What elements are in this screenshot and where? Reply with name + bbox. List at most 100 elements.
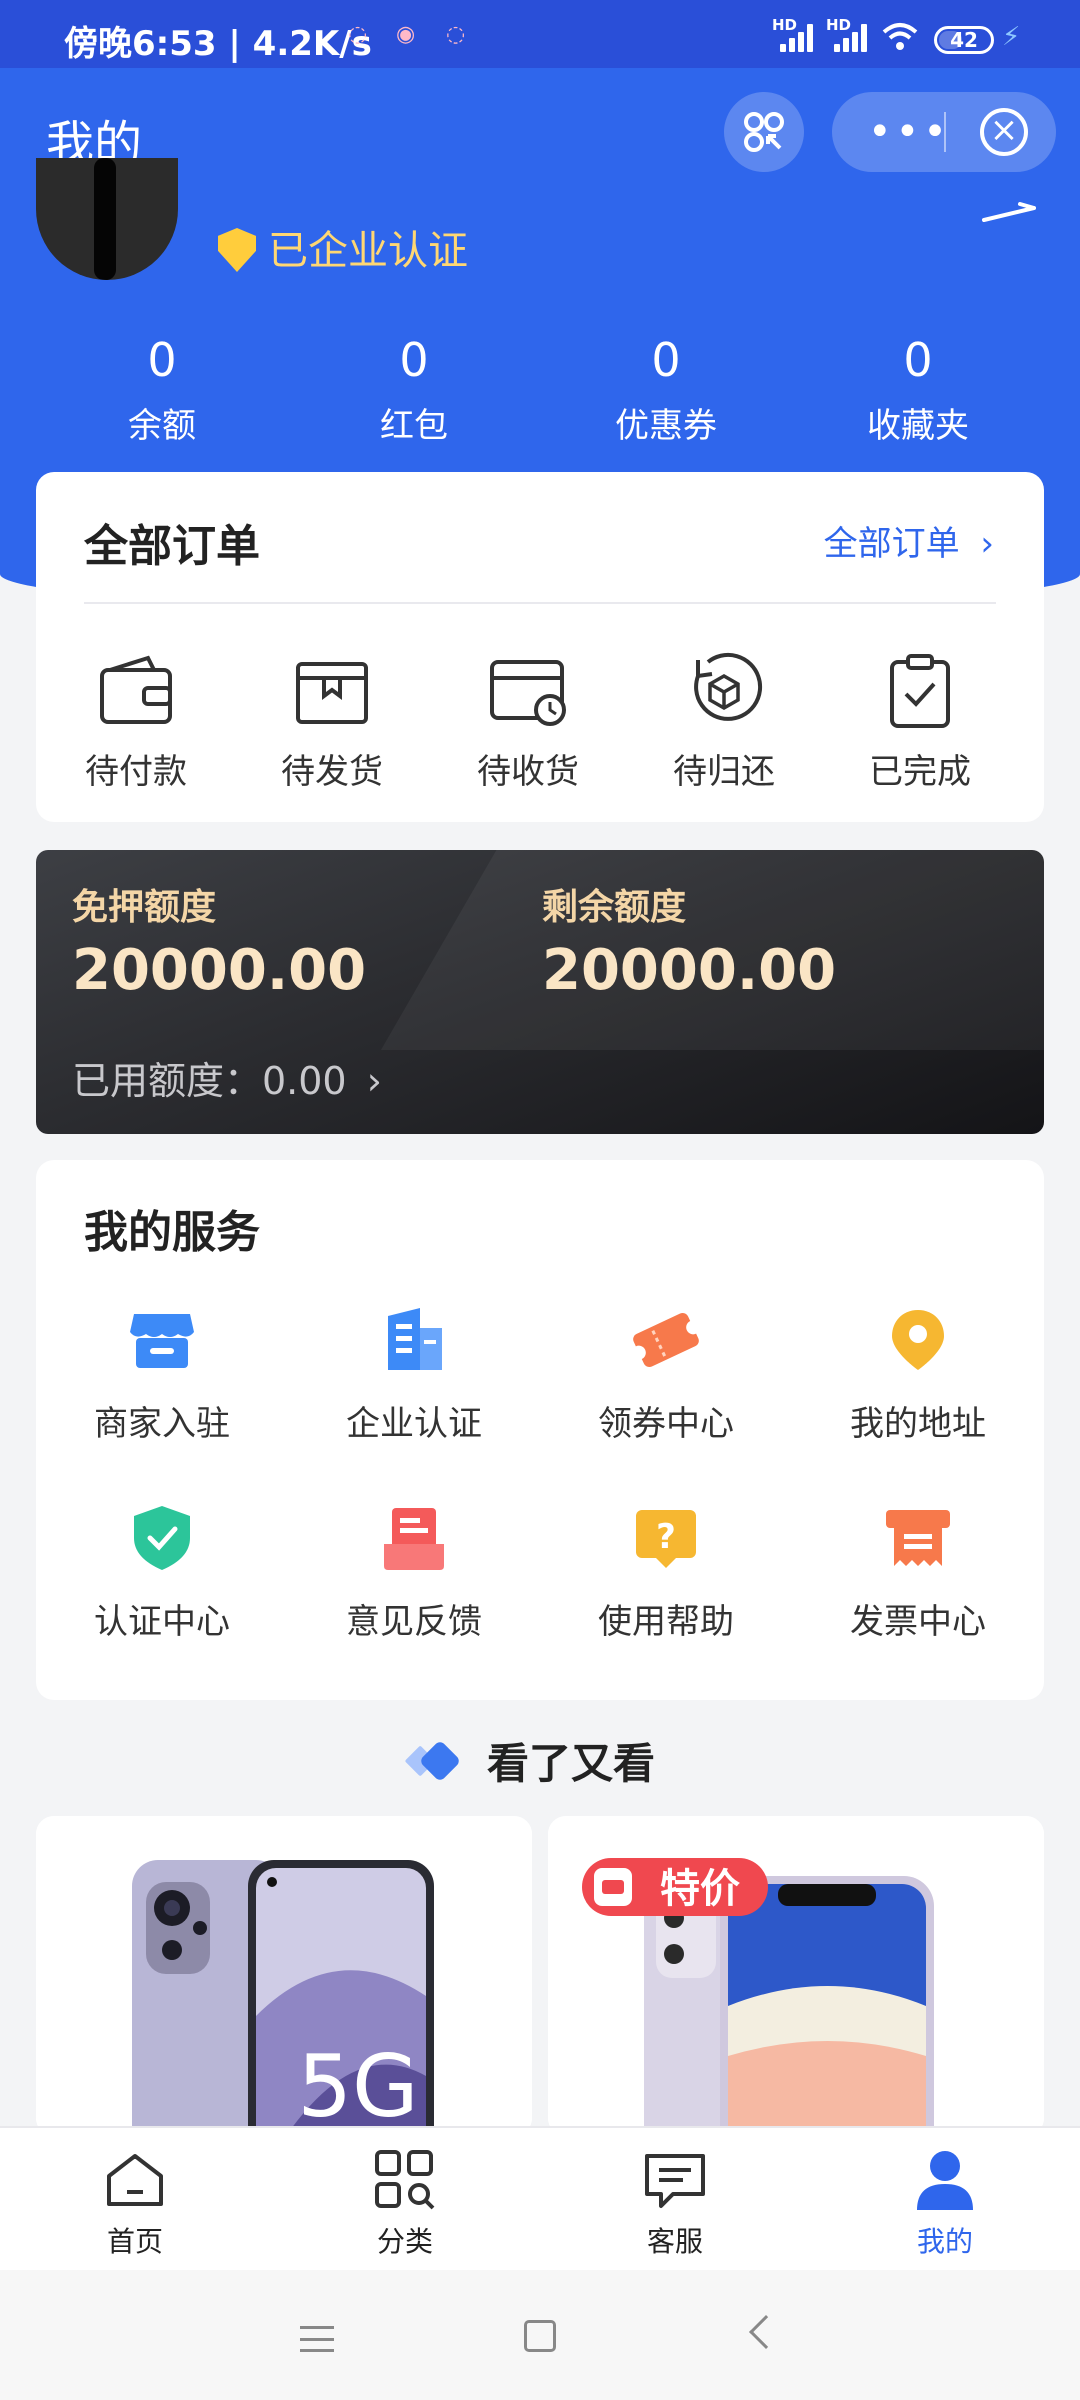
stat-label: 收藏夹 <box>867 406 969 446</box>
all-orders-label: 全部订单 <box>823 524 960 564</box>
avatar-image <box>94 158 116 280</box>
stat-coupons[interactable]: 0 优惠券 <box>540 330 792 447</box>
status-time: 傍晚6:53 | 4.2K/s <box>64 24 372 64</box>
product-card[interactable]: 特价 <box>548 1816 1044 2136</box>
edit-profile-icon[interactable] <box>980 200 1038 226</box>
stat-value: 0 <box>651 333 681 387</box>
divider <box>84 602 996 604</box>
order-completed[interactable]: 已完成 <box>820 652 1020 793</box>
service-merchant-join[interactable]: 商家入驻 <box>36 1306 288 1445</box>
delivery-clock-icon <box>488 652 568 730</box>
service-certification-center[interactable]: 认证中心 <box>36 1504 288 1643</box>
service-label: 商家入驻 <box>94 1404 230 1444</box>
product-image-phone-5g: 5G <box>36 1816 532 2136</box>
service-help[interactable]: ? 使用帮助 <box>540 1504 792 1643</box>
store-icon <box>128 1306 196 1374</box>
tab-category[interactable]: 分类 <box>270 2148 540 2260</box>
service-label: 发票中心 <box>850 1602 986 1642</box>
used-credit-label: 已用额度：0.00 <box>72 1059 347 1103</box>
order-pending-receipt[interactable]: 待收货 <box>428 652 628 793</box>
service-label: 使用帮助 <box>598 1602 734 1642</box>
wallet-icon <box>96 652 176 730</box>
signal-icon <box>780 22 814 52</box>
location-icon <box>884 1306 952 1374</box>
services-card: 我的服务 商家入驻 企业认证 领券中心 我的地址 认证中心 意见反馈 ? 使用帮… <box>36 1160 1044 1700</box>
order-pending-shipment[interactable]: 待发货 <box>232 652 432 793</box>
order-label: 待发货 <box>281 752 383 792</box>
enterprise-verified-badge: 已企业认证 <box>218 218 468 276</box>
order-label: 待收货 <box>477 752 579 792</box>
diamond-icon <box>418 1739 462 1783</box>
feedback-icon <box>380 1504 448 1572</box>
wifi-icon <box>882 23 918 50</box>
service-label: 认证中心 <box>94 1602 230 1642</box>
service-label: 企业认证 <box>346 1404 482 1444</box>
svg-text:?: ? <box>656 1517 676 1557</box>
recommend-heading: 看了又看 <box>0 1730 1080 1791</box>
tab-label: 客服 <box>646 2225 703 2258</box>
product-card[interactable]: 5G <box>36 1816 532 2136</box>
service-label: 意见反馈 <box>346 1602 482 1642</box>
tab-mine[interactable]: 我的 <box>810 2148 1080 2260</box>
menu-icon[interactable] <box>300 2326 334 2352</box>
stat-red-packet[interactable]: 0 红包 <box>288 330 540 447</box>
clipboard-check-icon <box>880 652 960 730</box>
charging-icon: ⚡ <box>1002 22 1021 52</box>
free-deposit-value: 20000.00 <box>72 938 367 1003</box>
stat-label: 余额 <box>128 406 196 446</box>
tab-home[interactable]: 首页 <box>0 2148 270 2260</box>
recommend-title: 看了又看 <box>486 1739 655 1788</box>
order-label: 已完成 <box>869 752 971 792</box>
all-orders-link[interactable]: 全部订单 › <box>824 516 994 565</box>
package-icon <box>292 652 372 730</box>
scan-icon <box>744 112 784 152</box>
invoice-icon <box>884 1504 952 1572</box>
sale-badge: 特价 <box>660 1866 740 1912</box>
status-bar: 傍晚6:53 | 4.2K/s ◌ ◉ ◌ HD HD 42 ⚡ <box>0 0 1080 68</box>
stat-balance[interactable]: 0 余额 <box>36 330 288 447</box>
service-label: 领券中心 <box>598 1404 734 1444</box>
system-navigation-bar <box>0 2270 1080 2400</box>
tab-label: 我的 <box>916 2225 973 2258</box>
tab-customer-service[interactable]: 客服 <box>540 2148 810 2260</box>
remaining-label: 剩余额度 <box>542 887 687 928</box>
stat-label: 优惠券 <box>615 406 717 446</box>
tab-label: 分类 <box>376 2225 433 2258</box>
service-my-address[interactable]: 我的地址 <box>792 1306 1044 1445</box>
more-button[interactable]: ••• <box>868 112 951 152</box>
coupon-icon <box>631 1306 701 1374</box>
notification-icon: ◌ <box>446 22 466 47</box>
tab-bar: 首页 分类 客服 我的 <box>0 2126 1080 2270</box>
close-button[interactable]: × <box>980 108 1028 156</box>
order-label: 待归还 <box>673 752 775 792</box>
home-icon <box>103 2148 167 2212</box>
orders-card: 全部订单 全部订单 › 待付款 待发货 待收货 待归还 已完成 <box>36 472 1044 822</box>
product-5g-label: 5G <box>297 2037 418 2136</box>
orders-title: 全部订单 <box>84 521 260 572</box>
battery-icon: 42 <box>934 26 994 54</box>
shield-check-icon <box>128 1504 196 1572</box>
service-feedback[interactable]: 意见反馈 <box>288 1504 540 1643</box>
scan-button[interactable] <box>724 92 804 172</box>
category-icon <box>373 2148 437 2212</box>
miniapp-capsule: ••• × <box>832 92 1056 172</box>
service-invoice-center[interactable]: 发票中心 <box>792 1504 1044 1643</box>
back-icon[interactable] <box>749 2315 783 2349</box>
tab-label: 首页 <box>106 2225 163 2258</box>
service-coupon-center[interactable]: 领券中心 <box>540 1306 792 1445</box>
stat-value: 0 <box>147 333 177 387</box>
order-label: 待付款 <box>85 752 187 792</box>
stat-favorites[interactable]: 0 收藏夹 <box>792 330 1044 447</box>
order-pending-payment[interactable]: 待付款 <box>36 652 236 793</box>
order-pending-return[interactable]: 待归还 <box>624 652 824 793</box>
signal-icon <box>834 22 868 52</box>
service-enterprise-verify[interactable]: 企业认证 <box>288 1306 540 1445</box>
chat-icon <box>643 2148 707 2212</box>
chevron-right-icon: › <box>980 524 994 564</box>
used-credit-link[interactable]: 已用额度：0.00 › <box>72 1050 382 1105</box>
services-title: 我的服务 <box>84 1207 260 1258</box>
home-button-icon[interactable] <box>524 2320 556 2352</box>
building-icon <box>380 1306 448 1374</box>
stat-value: 0 <box>903 333 933 387</box>
credit-card[interactable]: 免押额度 20000.00 剩余额度 20000.00 已用额度：0.00 › <box>36 850 1044 1134</box>
